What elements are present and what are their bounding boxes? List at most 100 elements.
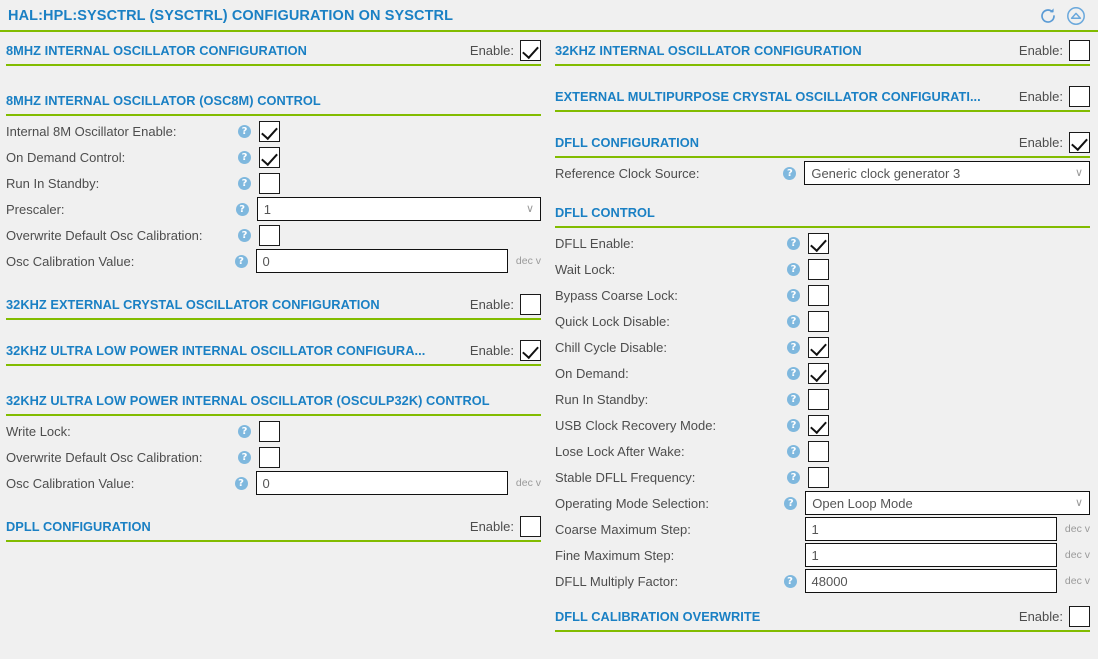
field-operating-mode-selection: Operating Mode Selection: ? Open Loop Mo…: [555, 490, 1090, 516]
dfll-multiply-factor-input[interactable]: 48000: [804, 569, 1057, 593]
run-in-standby-dfll-checkbox[interactable]: [808, 388, 829, 410]
osc-calibration-value-ulp-text: 0: [262, 475, 270, 491]
section-enable-checkbox[interactable]: [520, 515, 541, 537]
help-icon[interactable]: ?: [787, 262, 800, 276]
field-label: Operating Mode Selection:: [555, 495, 709, 511]
bypass-coarse-lock-checkbox[interactable]: [808, 284, 829, 306]
header-actions: [1037, 5, 1087, 27]
field-fine-maximum-step: Fine Maximum Step: 1 dec v: [555, 542, 1090, 568]
section-title[interactable]: DFLL CALIBRATION OVERWRITE: [555, 609, 760, 624]
help-icon[interactable]: ?: [238, 424, 251, 438]
enable-group: Enable:: [1019, 131, 1090, 153]
section-enable-checkbox[interactable]: [1069, 131, 1090, 153]
section-fields: Write Lock: ? Overwrite Default Osc Cali…: [6, 416, 541, 496]
section-enable-checkbox[interactable]: [1069, 605, 1090, 627]
help-icon[interactable]: ?: [784, 496, 798, 510]
section-enable-checkbox[interactable]: [1069, 85, 1090, 107]
help-icon[interactable]: ?: [787, 236, 800, 250]
help-icon[interactable]: ?: [787, 288, 800, 302]
enable-label: Enable:: [1018, 42, 1063, 58]
help-icon[interactable]: ?: [234, 476, 248, 490]
help-icon[interactable]: ?: [235, 202, 249, 216]
osc-calibration-value-ulp-input[interactable]: 0: [255, 471, 508, 495]
help-icon[interactable]: ?: [238, 450, 251, 464]
section-title[interactable]: 32KHZ INTERNAL OSCILLATOR CONFIGURATION: [555, 43, 862, 58]
collapse-icon[interactable]: [1065, 5, 1087, 27]
help-icon[interactable]: ?: [238, 176, 251, 190]
field-label: DFLL Enable:: [555, 235, 635, 251]
overwrite-default-osc-calibration-ulp-checkbox[interactable]: [259, 446, 280, 468]
prescaler-select[interactable]: 1 ∨: [256, 197, 541, 221]
help-icon[interactable]: ?: [787, 470, 800, 484]
section-title[interactable]: 32KHZ ULTRA LOW POWER INTERNAL OSCILLATO…: [6, 393, 490, 408]
section-enable-checkbox[interactable]: [1069, 39, 1090, 61]
help-icon[interactable]: ?: [783, 166, 797, 180]
fine-maximum-step-input[interactable]: 1: [804, 543, 1057, 567]
field-label: Fine Maximum Step:: [555, 547, 675, 563]
section-title[interactable]: DFLL CONTROL: [555, 205, 655, 220]
on-demand-control-checkbox[interactable]: [259, 146, 280, 168]
section-fields: DFLL Enable: ? Wait Lock: ? Bypass Coars…: [555, 228, 1090, 594]
section-title[interactable]: 8MHZ INTERNAL OSCILLATOR (OSC8M) CONTROL: [6, 93, 321, 108]
field-overwrite-default-osc-calibration-ulp: Overwrite Default Osc Calibration: ?: [6, 444, 541, 470]
field-chill-cycle-disable: Chill Cycle Disable: ?: [555, 334, 1090, 360]
section-enable-checkbox[interactable]: [520, 339, 541, 361]
section-divider: [555, 630, 1090, 632]
section-title[interactable]: DFLL CONFIGURATION: [555, 135, 699, 150]
section-header: DFLL CALIBRATION OVERWRITE Enable:: [555, 602, 1090, 630]
help-icon[interactable]: ?: [783, 574, 797, 588]
field-label: Run In Standby:: [6, 175, 100, 191]
osc-calibration-value-input[interactable]: 0: [255, 249, 508, 273]
coarse-maximum-step-input[interactable]: 1: [804, 517, 1057, 541]
chevron-down-icon: ∨: [1074, 496, 1083, 509]
wait-lock-checkbox[interactable]: [808, 258, 829, 280]
section-enable-checkbox[interactable]: [520, 39, 541, 61]
enable-label: Enable:: [469, 342, 514, 358]
unit-label: dec v: [515, 477, 541, 489]
help-icon[interactable]: ?: [787, 366, 800, 380]
write-lock-checkbox[interactable]: [259, 420, 280, 442]
field-label: USB Clock Recovery Mode:: [555, 417, 717, 433]
overwrite-default-osc-calibration-checkbox[interactable]: [259, 224, 280, 246]
reference-clock-source-select[interactable]: Generic clock generator 3 ∨: [804, 161, 1090, 185]
section-title[interactable]: 8MHZ INTERNAL OSCILLATOR CONFIGURATION: [6, 43, 307, 58]
lose-lock-after-wake-checkbox[interactable]: [808, 440, 829, 462]
section-external-multipurpose-crystal-oscillator-configuration: EXTERNAL MULTIPURPOSE CRYSTAL OSCILLATOR…: [555, 82, 1090, 112]
usb-clock-recovery-mode-checkbox[interactable]: [808, 414, 829, 436]
section-32khz-internal-oscillator-configuration: 32KHZ INTERNAL OSCILLATOR CONFIGURATION …: [555, 36, 1090, 66]
section-title[interactable]: EXTERNAL MULTIPURPOSE CRYSTAL OSCILLATOR…: [555, 89, 981, 104]
stable-dfll-frequency-checkbox[interactable]: [808, 466, 829, 488]
field-label: Write Lock:: [6, 423, 71, 439]
section-enable-checkbox[interactable]: [520, 293, 541, 315]
help-icon[interactable]: ?: [787, 314, 800, 328]
help-icon[interactable]: ?: [238, 228, 251, 242]
dfll-enable-checkbox[interactable]: [808, 232, 829, 254]
internal-8m-oscillator-enable-checkbox[interactable]: [259, 120, 280, 142]
enable-group: Enable:: [1018, 39, 1090, 61]
help-icon[interactable]: ?: [238, 150, 251, 164]
field-coarse-maximum-step: Coarse Maximum Step: 1 dec v: [555, 516, 1090, 542]
section-title[interactable]: 32KHZ ULTRA LOW POWER INTERNAL OSCILLATO…: [6, 343, 425, 358]
field-label: Coarse Maximum Step:: [555, 521, 691, 537]
section-header: 32KHZ INTERNAL OSCILLATOR CONFIGURATION …: [555, 36, 1090, 64]
page-title: HAL:HPL:SYSCTRL (SYSCTRL) CONFIGURATION …: [8, 7, 454, 24]
section-divider: [6, 318, 541, 320]
field-run-in-standby: Run In Standby: ?: [6, 170, 541, 196]
quick-lock-disable-checkbox[interactable]: [808, 310, 829, 332]
field-prescaler: Prescaler: ? 1 ∨: [6, 196, 541, 222]
refresh-icon[interactable]: [1037, 5, 1059, 27]
help-icon[interactable]: ?: [787, 444, 800, 458]
chill-cycle-disable-checkbox[interactable]: [808, 336, 829, 358]
help-icon[interactable]: ?: [234, 254, 248, 268]
section-title[interactable]: 32KHZ EXTERNAL CRYSTAL OSCILLATOR CONFIG…: [6, 297, 380, 312]
enable-group: Enable:: [470, 515, 541, 537]
on-demand-checkbox[interactable]: [808, 362, 829, 384]
section-osculp32k-control: 32KHZ ULTRA LOW POWER INTERNAL OSCILLATO…: [6, 386, 541, 496]
help-icon[interactable]: ?: [787, 340, 800, 354]
help-icon[interactable]: ?: [787, 418, 800, 432]
help-icon[interactable]: ?: [787, 392, 800, 406]
help-icon[interactable]: ?: [238, 124, 251, 138]
operating-mode-selection-select[interactable]: Open Loop Mode ∨: [805, 491, 1090, 515]
run-in-standby-checkbox[interactable]: [259, 172, 280, 194]
section-title[interactable]: DPLL CONFIGURATION: [6, 519, 151, 534]
